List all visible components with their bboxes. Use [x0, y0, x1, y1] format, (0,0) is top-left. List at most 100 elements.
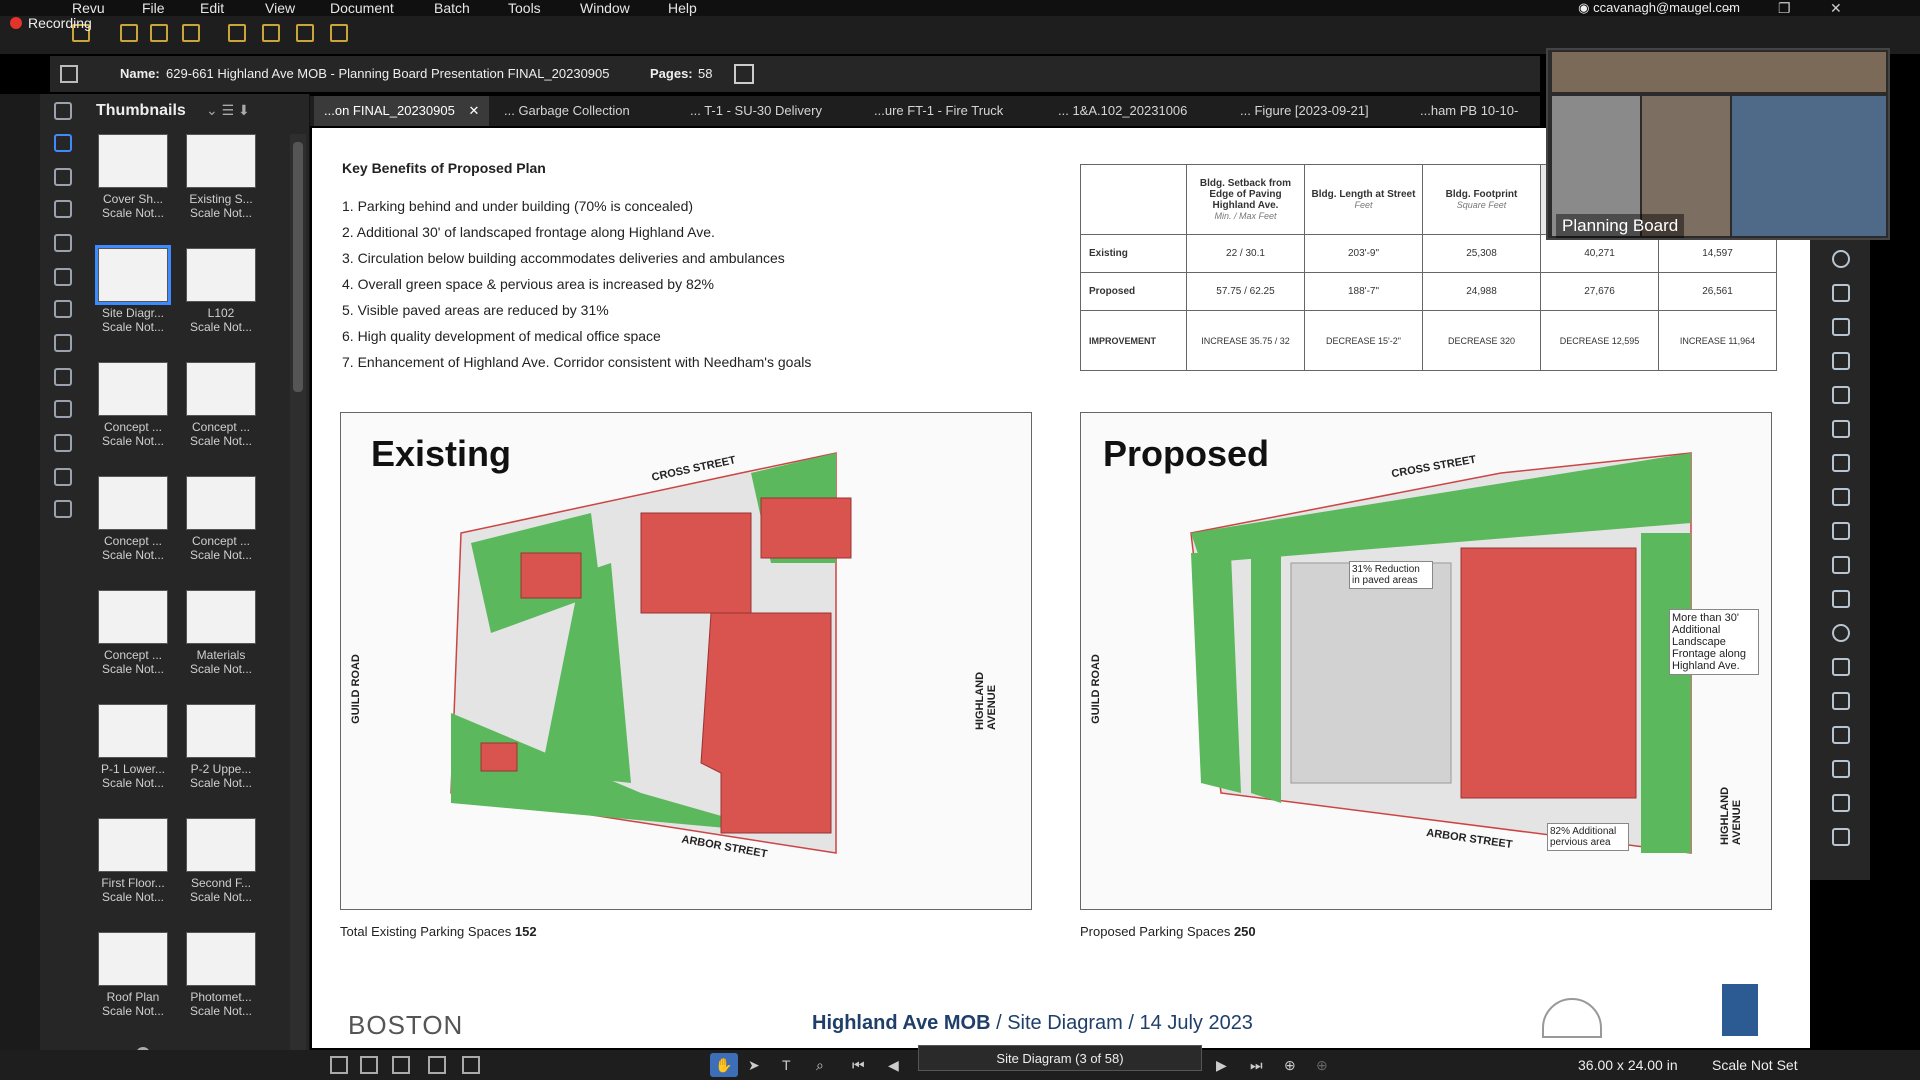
circle-tool-icon[interactable] [1832, 250, 1850, 268]
signatures-icon[interactable] [54, 368, 72, 386]
sketch-tool-icon[interactable] [1832, 828, 1850, 846]
thumbnail-item[interactable]: First Floor... Scale Not... [96, 818, 170, 904]
tab-figure[interactable]: ... Figure [2023-09-21] [1230, 96, 1379, 126]
thumbnail-scale: Scale Not... [101, 434, 165, 448]
markups-icon[interactable] [54, 268, 72, 286]
bookmarks-icon[interactable] [54, 168, 72, 186]
menu-document[interactable]: Document [330, 0, 394, 16]
thumbnail-scale: Scale Not... [189, 890, 253, 904]
close-window-button[interactable]: ✕ [1830, 0, 1842, 16]
tab-garbage-collection[interactable]: ... Garbage Collection [494, 96, 640, 126]
thumbnail-item[interactable]: Photomet... Scale Not... [184, 932, 258, 1018]
menu-view[interactable]: View [265, 0, 295, 16]
links-icon[interactable] [54, 400, 72, 418]
arrow-tool-icon[interactable] [1832, 454, 1850, 472]
measurements-icon[interactable] [54, 334, 72, 352]
properties-icon[interactable] [54, 300, 72, 318]
first-page-icon[interactable]: ⏮ [852, 1050, 865, 1080]
page-setup-icon[interactable] [734, 64, 754, 84]
tool-chest-icon[interactable] [54, 234, 72, 252]
polyline-tool-icon[interactable] [1832, 522, 1850, 540]
crop-icon[interactable] [228, 24, 246, 42]
thumbnail-item[interactable]: P-1 Lower... Scale Not... [96, 704, 170, 790]
snapshot-tool-icon[interactable] [1832, 386, 1850, 404]
polygon-tool-icon[interactable] [1832, 658, 1850, 676]
cloud-tool-icon[interactable] [1832, 692, 1850, 710]
thumbnail-item[interactable]: L102 Scale Not... [184, 248, 258, 334]
page-navigator[interactable]: Site Diagram (3 of 58) [918, 1045, 1202, 1071]
menu-revu[interactable]: Revu [72, 0, 105, 16]
select-tool-icon[interactable]: ➤ [748, 1050, 760, 1080]
menu-window[interactable]: Window [580, 0, 630, 16]
search-icon[interactable] [54, 468, 72, 486]
minimize-button[interactable]: – [1724, 0, 1732, 16]
sets-icon[interactable] [54, 434, 72, 452]
layers-icon[interactable] [54, 200, 72, 218]
restore-button[interactable]: ❐ [1778, 0, 1791, 16]
close-tab-icon[interactable]: ✕ [468, 103, 479, 118]
scrollbar-thumb[interactable] [293, 142, 303, 392]
area-tool-icon[interactable] [1832, 726, 1850, 744]
last-page-icon[interactable]: ⏭ [1250, 1050, 1263, 1080]
thumbnail-item[interactable]: Concept ... Scale Not... [96, 362, 170, 448]
thumbnail-item[interactable]: Existing S... Scale Not... [184, 134, 258, 220]
menu-file[interactable]: File [142, 0, 165, 16]
scale-status[interactable]: Scale Not Set [1712, 1050, 1798, 1080]
previous-page-icon[interactable]: ◀ [888, 1050, 899, 1080]
zoom-icon[interactable]: ⌕ [816, 1050, 824, 1080]
menu-batch[interactable]: Batch [434, 0, 470, 16]
thumbnail-item[interactable]: Materials Scale Not... [184, 590, 258, 676]
side-by-side-icon[interactable] [360, 1056, 378, 1074]
thumbnail-item[interactable]: Roof Plan Scale Not... [96, 932, 170, 1018]
signature-tool-icon[interactable] [1832, 318, 1850, 336]
document-page[interactable]: Key Benefits of Proposed Plan 1. Parking… [312, 128, 1810, 1048]
save-icon[interactable] [120, 24, 138, 42]
document-icon[interactable] [60, 65, 78, 83]
studio-icon[interactable] [54, 500, 72, 518]
dimension-tool-icon[interactable] [1832, 556, 1850, 574]
menu-edit[interactable]: Edit [200, 0, 224, 16]
next-page-icon[interactable]: ▶ [1216, 1050, 1227, 1080]
text-select-icon[interactable]: T [782, 1050, 791, 1080]
measure-tool-icon[interactable] [1832, 760, 1850, 778]
next-view-icon[interactable]: ⊕ [1316, 1050, 1328, 1080]
pan-tool-icon[interactable]: ✋ [710, 1053, 738, 1077]
rectangle-tool-icon[interactable] [1832, 590, 1850, 608]
thumbnail-item[interactable]: Site Diagr... Scale Not... [95, 245, 171, 334]
thumbnail-item[interactable]: Concept ... Scale Not... [96, 476, 170, 562]
split-view-icon[interactable] [428, 1056, 446, 1074]
line-tool-icon[interactable] [1832, 420, 1850, 438]
user-account[interactable]: ◉ ccavanagh@maugel.com [1578, 0, 1740, 16]
thumbnail-item[interactable]: Concept ... Scale Not... [184, 476, 258, 562]
single-page-icon[interactable] [330, 1056, 348, 1074]
file-access-icon[interactable] [54, 102, 72, 120]
previous-view-icon[interactable]: ⊕ [1284, 1050, 1296, 1080]
thumbnail-item[interactable]: Concept ... Scale Not... [96, 590, 170, 676]
page-icon[interactable] [262, 24, 280, 42]
thumbnails-options-icon[interactable]: ⌄ ☰ ⬇ [206, 102, 250, 119]
thumbnail-item[interactable]: Concept ... Scale Not... [184, 362, 258, 448]
image-tool-icon[interactable] [1832, 352, 1850, 370]
tab-fire-truck[interactable]: ...ure FT-1 - Fire Truck [864, 96, 1013, 126]
continuous-icon[interactable] [392, 1056, 410, 1074]
stamp-tool-icon[interactable] [1832, 284, 1850, 302]
thumbnail-item[interactable]: Cover Sh... Scale Not... [96, 134, 170, 220]
rotate-icon[interactable] [296, 24, 314, 42]
ellipse-tool-icon[interactable] [1832, 624, 1850, 642]
flag-icon[interactable] [330, 24, 348, 42]
settings-icon[interactable] [182, 24, 200, 42]
menu-tools[interactable]: Tools [508, 0, 541, 16]
count-tool-icon[interactable] [1832, 794, 1850, 812]
tab-su30-delivery[interactable]: ... T-1 - SU-30 Delivery [680, 96, 832, 126]
thumbnail-item[interactable]: Second F... Scale Not... [184, 818, 258, 904]
thumbnails-icon[interactable] [54, 134, 72, 152]
alert-icon[interactable] [150, 24, 168, 42]
tab-ham-pb[interactable]: ...ham PB 10-10-20 [1410, 96, 1540, 148]
tab-a102[interactable]: ... 1&A.102_20231006 [1048, 96, 1197, 126]
thumbnail-item[interactable]: P-2 Uppe... Scale Not... [184, 704, 258, 790]
arc-tool-icon[interactable] [1832, 488, 1850, 506]
thumbnails-scrollbar[interactable] [290, 134, 306, 1054]
sync-icon[interactable] [462, 1056, 480, 1074]
menu-help[interactable]: Help [668, 0, 697, 16]
tab-final[interactable]: ...on FINAL_20230905 ✕ [314, 96, 490, 126]
